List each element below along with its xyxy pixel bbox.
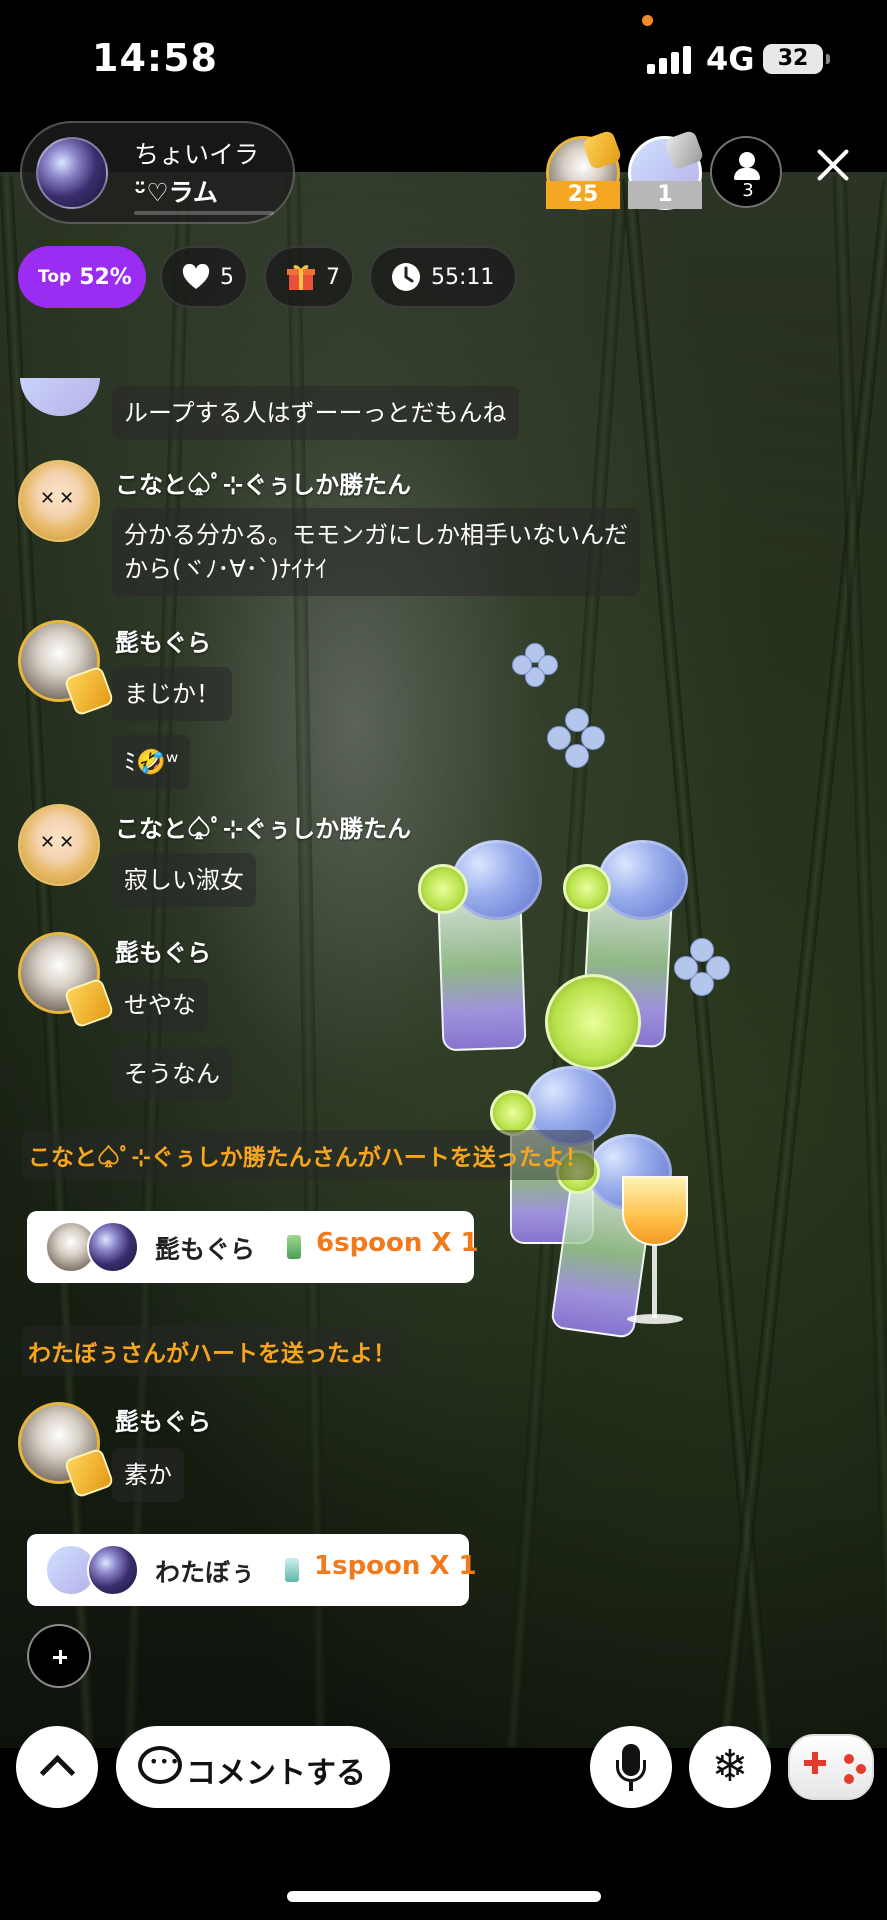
host-level-bar — [134, 211, 274, 215]
gift-amount: 6spoon X 1 — [316, 1228, 479, 1258]
chat-message: まじか！ — [112, 667, 232, 721]
snowflake-icon[interactable]: ❄ — [689, 1726, 771, 1808]
mic-in-use-indicator — [642, 15, 653, 26]
plus-icon[interactable] — [27, 1624, 91, 1688]
heart-icon — [182, 264, 210, 289]
battery-icon: 32 — [763, 44, 830, 74]
lime-decoration — [563, 864, 611, 912]
flower-decoration — [545, 708, 605, 768]
ranking-label: Top — [38, 267, 72, 287]
chat-message: 分かる分かる。モモンガにしか相手いないんだ から(ヾﾉ･∀･`)ﾅｲﾅｲ — [112, 508, 640, 596]
chat-message-line: 分かる分かる。モモンガにしか相手いないんだ — [124, 521, 628, 549]
drink-decoration — [437, 898, 527, 1052]
comment-button[interactable]: コメントする — [116, 1726, 390, 1808]
chat-username[interactable]: 髭もぐら — [115, 623, 211, 658]
user-avatar[interactable] — [18, 460, 100, 542]
gift-sender-name: わたぼぅ — [155, 1558, 256, 1587]
home-indicator[interactable] — [287, 1891, 601, 1902]
chat-bubble-icon — [138, 1746, 182, 1784]
likes-stat[interactable]: 5 — [160, 246, 248, 308]
chat-username[interactable]: 髭もぐら — [115, 1402, 211, 1437]
chat-message: ループする人はずーーっとだもんね — [112, 386, 519, 440]
spoon-gift-icon — [285, 1558, 299, 1582]
hydrangea-decoration — [598, 840, 688, 920]
listener-count: 3 — [742, 180, 754, 201]
host-avatar[interactable] — [36, 137, 108, 209]
chat-message: 素か — [112, 1448, 184, 1502]
lime-decoration — [418, 864, 468, 914]
status-time: 14:58 — [92, 36, 218, 80]
gifts-count: 7 — [326, 264, 340, 290]
system-message: こなと♤ﾟ⊹ぐぅしか勝たんさんがハートを送ったよ！ — [22, 1130, 594, 1180]
user-avatar[interactable] — [18, 620, 115, 717]
flower-decoration — [512, 643, 558, 689]
ranking-badge[interactable]: Top 52% — [18, 246, 146, 308]
user-avatar[interactable] — [18, 1402, 115, 1499]
microphone-button[interactable] — [590, 1726, 672, 1808]
likes-count: 5 — [220, 264, 234, 290]
chat-message: そうなん — [112, 1047, 232, 1101]
signal-icon — [647, 46, 693, 74]
chat-message-line: から(ヾﾉ･∀･`)ﾅｲﾅｲ — [124, 555, 328, 583]
chat-username[interactable]: 髭もぐら — [115, 933, 211, 968]
live-duration: 55:11 — [431, 264, 495, 290]
chevron-up-icon[interactable] — [16, 1726, 98, 1808]
host-name-line2: ᵕ̈♡ラム — [134, 178, 218, 207]
lime-slice-decoration — [545, 974, 641, 1070]
gift-sender-name: 髭もぐら — [155, 1235, 256, 1264]
cocktail-decoration — [622, 1176, 688, 1246]
close-icon[interactable] — [810, 142, 856, 188]
top-listener-1-badge: 25 — [546, 181, 620, 209]
gift-receiver-avatar — [87, 1544, 139, 1596]
user-avatar[interactable] — [18, 932, 115, 1029]
host-profile[interactable]: ちょいイラ ᵕ̈♡ラム — [20, 121, 295, 224]
ranking-value: 52% — [79, 264, 132, 290]
gifts-stat[interactable]: 7 — [264, 246, 354, 308]
gift-amount: 1spoon X 1 — [314, 1551, 477, 1581]
chat-message: ﾐ🤣ʷ — [112, 735, 191, 789]
top-listener-2-badge: 1 — [628, 181, 702, 209]
gift-notification[interactable]: 髭もぐら 6spoon X 1 — [27, 1211, 479, 1283]
user-avatar[interactable] — [18, 804, 100, 886]
game-controller-icon[interactable] — [788, 1734, 874, 1800]
person-icon — [739, 152, 755, 168]
status-bar: 14:58 4G 32 — [0, 0, 887, 120]
chat-username[interactable]: こなと♤ﾟ⊹ぐぅしか勝たん — [115, 809, 411, 844]
system-message: わたぼぅさんがハートを送ったよ！ — [22, 1326, 402, 1376]
chat-username[interactable]: こなと♤ﾟ⊹ぐぅしか勝たん — [115, 465, 411, 500]
duration-stat: 55:11 — [369, 246, 517, 308]
flower-decoration — [672, 938, 730, 996]
spoon-gift-icon — [287, 1235, 301, 1259]
chat-message: せやな — [112, 978, 208, 1032]
host-name-line1: ちょいイラ — [134, 140, 260, 169]
comment-button-label: コメントする — [186, 1756, 366, 1791]
gift-notification[interactable]: わたぼぅ 1spoon X 1 — [27, 1534, 477, 1606]
network-type: 4G — [706, 40, 755, 78]
gift-receiver-avatar — [87, 1221, 139, 1273]
chat-message: 寂しい淑女 — [112, 853, 256, 907]
listener-count-button[interactable]: 3 — [710, 136, 782, 208]
gift-icon — [287, 265, 315, 290]
clock-icon — [392, 263, 420, 291]
